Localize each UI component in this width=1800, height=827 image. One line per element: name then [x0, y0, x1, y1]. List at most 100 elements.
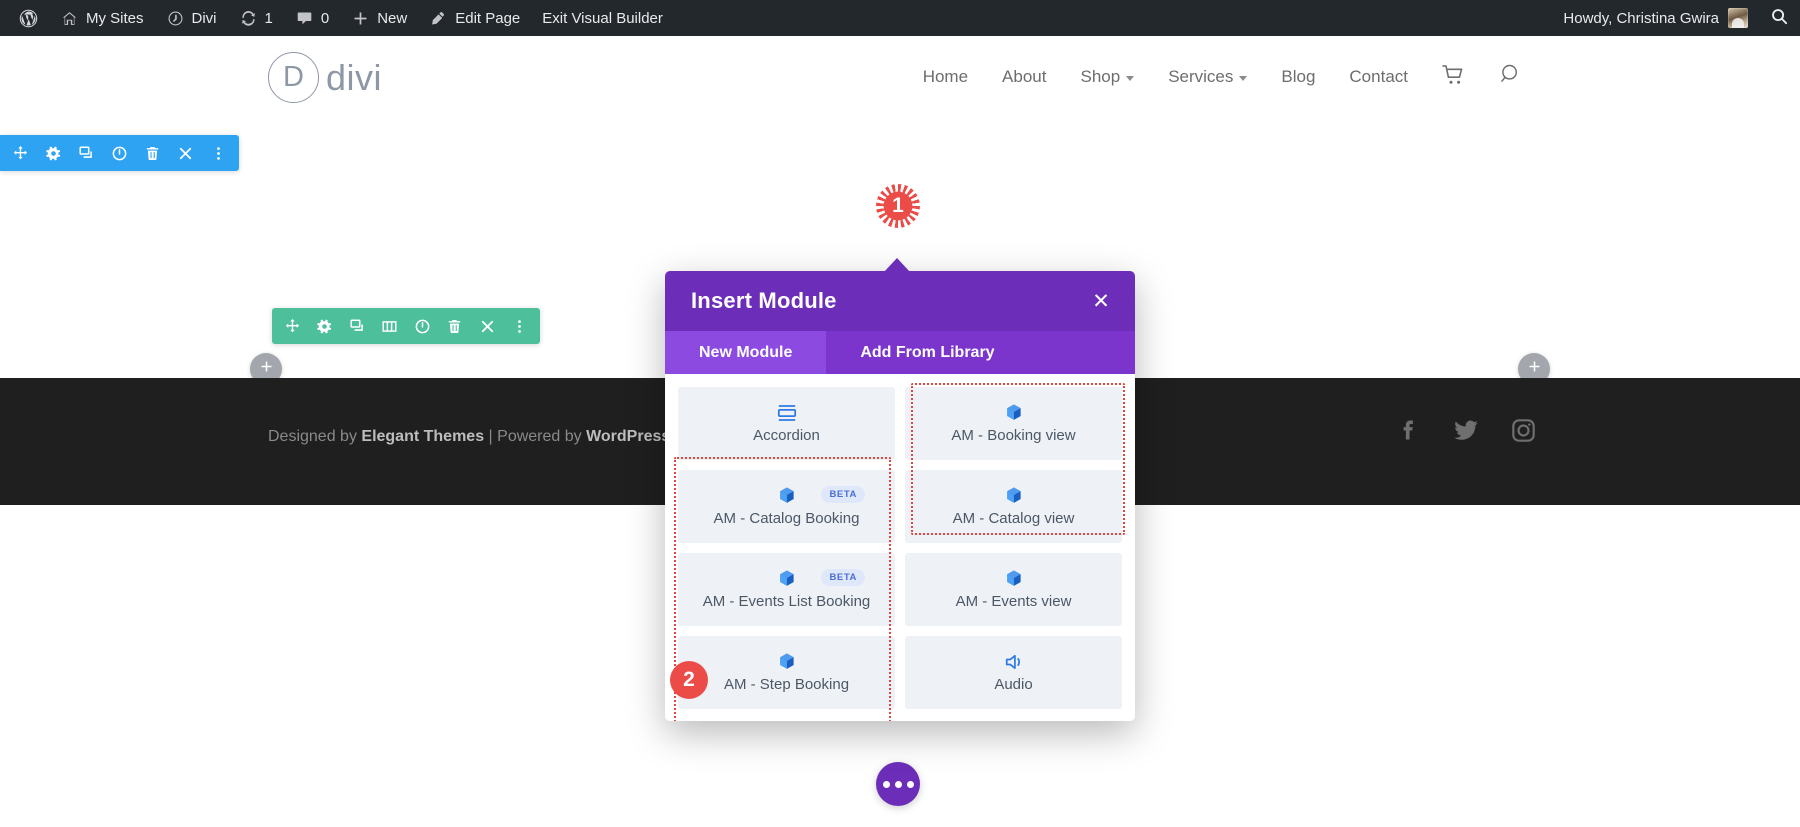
module-card-am-catalog-view[interactable]: AM - Catalog view [905, 470, 1122, 543]
footer-social-links [1396, 416, 1537, 444]
admin-bar-item-comments[interactable]: 0 [284, 0, 340, 36]
row-delete-button[interactable] [439, 308, 472, 344]
footer-brand-wordpress[interactable]: WordPress [586, 428, 670, 445]
tab-label: New Module [699, 344, 792, 362]
section-settings-button[interactable] [37, 135, 70, 171]
gear-icon [316, 318, 333, 335]
power-icon [414, 318, 431, 335]
row-move-button[interactable] [276, 308, 309, 344]
plus-icon [351, 9, 370, 28]
row-close-button[interactable] [471, 308, 504, 344]
module-card-am-events-list-booking[interactable]: BETA AM - Events List Booking [678, 553, 895, 626]
module-card-am-catalog-booking[interactable]: BETA AM - Catalog Booking [678, 470, 895, 543]
module-label: AM - Step Booking [724, 676, 849, 693]
site-logo[interactable]: D divi [268, 52, 382, 103]
comments-icon [295, 9, 314, 28]
module-card-am-events-view[interactable]: AM - Events view [905, 553, 1122, 626]
modal-title: Insert Module [691, 288, 837, 314]
instagram-icon[interactable] [1510, 417, 1537, 444]
more-options-icon [210, 145, 227, 162]
logo-text: divi [326, 57, 382, 99]
builder-settings-fab[interactable] [876, 762, 920, 806]
facebook-icon[interactable] [1396, 416, 1422, 444]
nav-item-blog[interactable]: Blog [1264, 67, 1332, 87]
admin-bar-item-exit-visual-builder[interactable]: Exit Visual Builder [531, 0, 674, 36]
row-columns-button[interactable] [374, 308, 407, 344]
am-cube-icon [1003, 568, 1025, 590]
main-navigation: Home About Shop Services Blog Contact [906, 36, 1540, 118]
tab-add-from-library[interactable]: Add From Library [826, 331, 1028, 374]
footer-credit: Designed by Elegant Themes | Powered by … [268, 428, 670, 446]
modal-close-button[interactable]: ✕ [1087, 287, 1115, 315]
admin-bar-label: 1 [265, 10, 273, 27]
admin-bar-label: My Sites [86, 10, 144, 27]
module-card-audio[interactable]: Audio [905, 636, 1122, 709]
more-options-icon [511, 318, 528, 335]
howdy-label: Howdy, Christina Gwira [1563, 10, 1719, 27]
admin-bar-wordpress-logo[interactable] [8, 0, 49, 36]
admin-bar-search-button[interactable] [1758, 0, 1800, 36]
row-more-options-button[interactable] [504, 308, 537, 344]
section-toolbar [0, 135, 239, 171]
admin-bar-item-edit-page[interactable]: Edit Page [418, 0, 531, 36]
admin-bar-left-group: My Sites Divi 1 [0, 0, 674, 36]
nav-label: Blog [1281, 67, 1315, 87]
site-header: D divi Home About Shop Services Blog Con [0, 36, 1800, 118]
tab-label: Add From Library [860, 344, 994, 362]
row-settings-button[interactable] [309, 308, 342, 344]
module-card-am-step-booking[interactable]: AM - Step Booking [678, 636, 895, 709]
module-label: AM - Events view [956, 593, 1072, 610]
section-close-button[interactable] [169, 135, 202, 171]
footer-powered-prefix: Powered by [497, 428, 586, 445]
nav-item-contact[interactable]: Contact [1332, 67, 1425, 87]
header-search-button[interactable] [1483, 63, 1540, 91]
section-disable-button[interactable] [103, 135, 136, 171]
admin-bar-label: Divi [192, 10, 217, 27]
power-icon [111, 145, 128, 162]
twitter-icon[interactable] [1452, 416, 1480, 444]
divi-icon [166, 9, 185, 28]
accordion-icon [776, 402, 798, 424]
plus-icon [259, 359, 274, 379]
footer-brand-elegant-themes[interactable]: Elegant Themes [361, 428, 484, 445]
row-disable-button[interactable] [406, 308, 439, 344]
row-duplicate-button[interactable] [341, 308, 374, 344]
module-label: AM - Booking view [951, 427, 1075, 444]
admin-bar-item-divi[interactable]: Divi [155, 0, 228, 36]
admin-bar-item-new[interactable]: New [340, 0, 418, 36]
admin-bar-right-group: Howdy, Christina Gwira [1549, 0, 1800, 36]
module-card-am-booking-view[interactable]: AM - Booking view [905, 387, 1122, 460]
columns-icon [381, 318, 398, 335]
nav-label: Contact [1349, 67, 1408, 87]
nav-label: About [1002, 67, 1046, 87]
nav-item-home[interactable]: Home [906, 67, 985, 87]
admin-bar-howdy[interactable]: Howdy, Christina Gwira [1549, 0, 1758, 36]
admin-bar-item-my-sites[interactable]: My Sites [49, 0, 155, 36]
nav-item-shop[interactable]: Shop [1063, 67, 1151, 87]
pencil-icon [429, 9, 448, 28]
tab-new-module[interactable]: New Module [665, 331, 826, 374]
plus-icon [1527, 359, 1542, 379]
logo-mark-icon: D [268, 52, 319, 103]
section-move-button[interactable] [4, 135, 37, 171]
fab-dot [895, 781, 902, 788]
module-card-accordion[interactable]: Accordion [678, 387, 895, 460]
section-duplicate-button[interactable] [70, 135, 103, 171]
insert-module-modal: Insert Module ✕ New Module Add From Libr… [665, 271, 1135, 721]
module-grid: Accordion AM - Booking view BETA [678, 387, 1122, 709]
nav-label: Shop [1080, 67, 1120, 87]
nav-item-about[interactable]: About [985, 67, 1063, 87]
section-delete-button[interactable] [136, 135, 169, 171]
admin-bar-item-updates[interactable]: 1 [228, 0, 284, 36]
section-more-options-button[interactable] [202, 135, 235, 171]
module-label: AM - Catalog Booking [714, 510, 860, 527]
module-label: Audio [994, 676, 1032, 693]
footer-designed-prefix: Designed by [268, 428, 361, 445]
chevron-down-icon [1239, 76, 1247, 81]
search-icon [1770, 7, 1789, 30]
duplicate-icon [78, 145, 95, 162]
nav-item-services[interactable]: Services [1151, 67, 1264, 87]
badge-number: 2 [683, 668, 695, 692]
am-cube-icon [1003, 402, 1025, 424]
cart-button[interactable] [1425, 64, 1483, 91]
